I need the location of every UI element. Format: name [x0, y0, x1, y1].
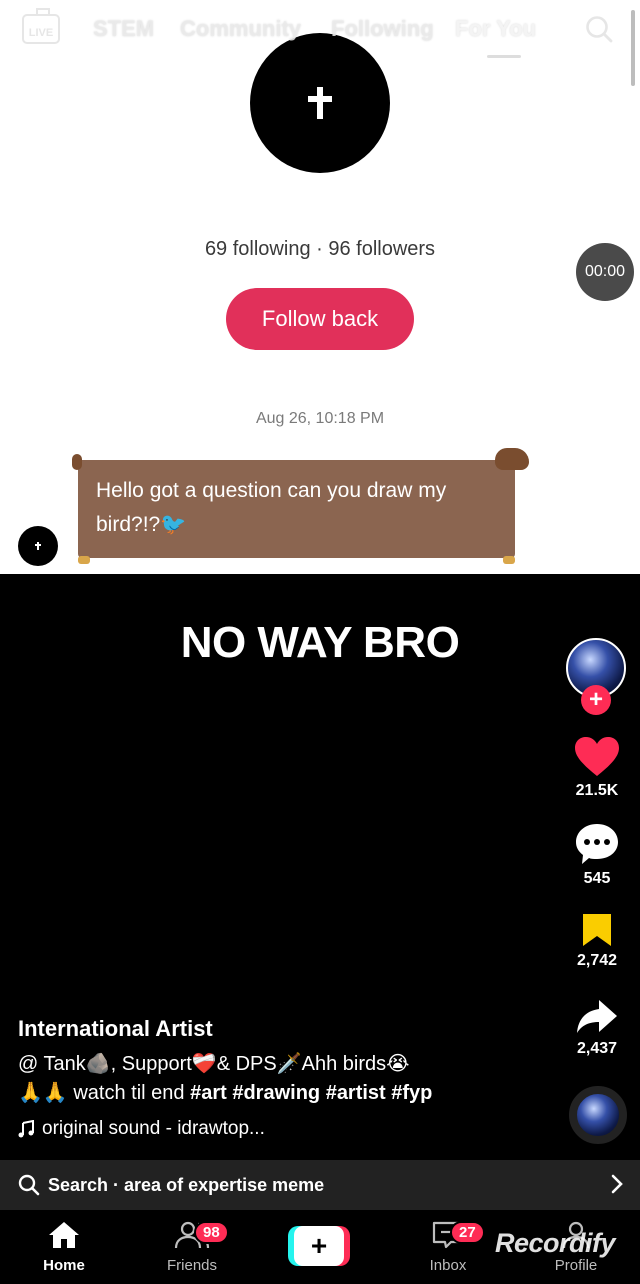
plus-icon: +	[294, 1226, 344, 1266]
search-suggestion-text: Search · area of expertise meme	[48, 1174, 325, 1195]
chevron-right-icon	[611, 1174, 623, 1194]
heart-icon	[575, 737, 619, 776]
cross-icon	[308, 87, 332, 119]
dachshund-head-decoration	[495, 448, 529, 470]
comment-icon	[576, 824, 618, 864]
scrollbar[interactable]	[631, 10, 635, 86]
nav-friends[interactable]: Friends 98	[142, 1220, 242, 1274]
search-suggestion-bar[interactable]: Search · area of expertise meme	[0, 1160, 640, 1210]
top-nav: LIVE STEM Community Following For You	[0, 8, 640, 60]
message-text: Hello got a question can you draw my bir…	[96, 479, 447, 536]
caption-line: 🙏🙏 watch til end #art #drawing #artist #…	[18, 1079, 558, 1108]
nav-friends-label: Friends	[166, 1257, 218, 1274]
cross-icon	[35, 542, 41, 550]
follow-back-button[interactable]: Follow back	[226, 288, 414, 350]
share-count: 2,437	[576, 1040, 618, 1057]
save-count: 2,742	[576, 952, 618, 969]
save-button[interactable]: 2,742	[560, 912, 634, 970]
live-icon[interactable]: LIVE	[22, 8, 60, 44]
bookmark-icon	[583, 914, 611, 946]
dachshund-tail-decoration	[72, 454, 82, 470]
message-date: Aug 26, 10:18 PM	[255, 410, 385, 427]
tab-for-you[interactable]: For You	[455, 16, 536, 42]
recordify-watermark: Recordify	[495, 1228, 616, 1258]
like-button[interactable]: 21.5K	[560, 736, 634, 800]
share-arrow-icon	[577, 1000, 617, 1033]
follow-stats: 69 following · 96 followers	[204, 238, 436, 260]
follow-plus-button[interactable]: +	[581, 685, 611, 715]
embedded-profile-screenshot: 69 following · 96 followers 00:00 Follow…	[0, 0, 640, 574]
home-icon	[49, 1222, 79, 1248]
nav-home[interactable]: Home	[14, 1220, 114, 1274]
like-count: 21.5K	[575, 782, 619, 799]
nav-inbox[interactable]: Inbox 27	[398, 1220, 498, 1274]
author-name[interactable]: International Artist	[18, 1016, 558, 1042]
tab-community[interactable]: Community	[180, 16, 301, 42]
comment-button[interactable]: 545	[560, 822, 634, 888]
nav-home-label: Home	[43, 1257, 85, 1274]
live-label: LIVE	[28, 27, 54, 39]
sound-name: original sound - idrawtop...	[42, 1118, 265, 1139]
message-bubble: Hello got a question can you draw my bir…	[72, 448, 529, 564]
search-icon	[18, 1174, 40, 1196]
paw-decoration	[503, 556, 515, 564]
friends-badge: 98	[194, 1221, 229, 1244]
caption-area: International Artist @ Tank🪨, Support❤️‍…	[18, 1016, 558, 1140]
paw-decoration	[78, 556, 90, 564]
nav-profile-label: Profile	[554, 1257, 598, 1274]
video-caption[interactable]: @ Tank🪨, Support❤️‍🩹& DPS🗡️Ahh birds😭 🙏🙏…	[18, 1050, 558, 1108]
tab-stem[interactable]: STEM	[93, 16, 154, 42]
create-button[interactable]: +	[288, 1226, 350, 1266]
comment-count: 545	[583, 870, 611, 887]
active-tab-indicator	[487, 55, 521, 58]
caption-text: 🙏🙏 watch til end	[18, 1082, 191, 1104]
sound-row[interactable]: original sound - idrawtop...	[18, 1118, 558, 1140]
video-title-overlay: NO WAY BRO	[180, 618, 460, 667]
caption-line: @ Tank🪨, Support❤️‍🩹& DPS🗡️Ahh birds😭	[18, 1053, 410, 1075]
caption-hashtags[interactable]: #art #drawing #artist #fyp	[190, 1082, 432, 1104]
share-button[interactable]: 2,437	[560, 998, 634, 1058]
nav-inbox-label: Inbox	[429, 1257, 467, 1274]
tab-following[interactable]: Following	[331, 16, 434, 42]
timer-badge: 00:00	[576, 243, 634, 301]
search-icon[interactable]	[584, 14, 614, 44]
inbox-badge: 27	[450, 1221, 485, 1244]
sender-avatar	[18, 526, 58, 566]
music-disc-icon[interactable]	[569, 1086, 627, 1144]
music-note-icon	[18, 1120, 34, 1138]
